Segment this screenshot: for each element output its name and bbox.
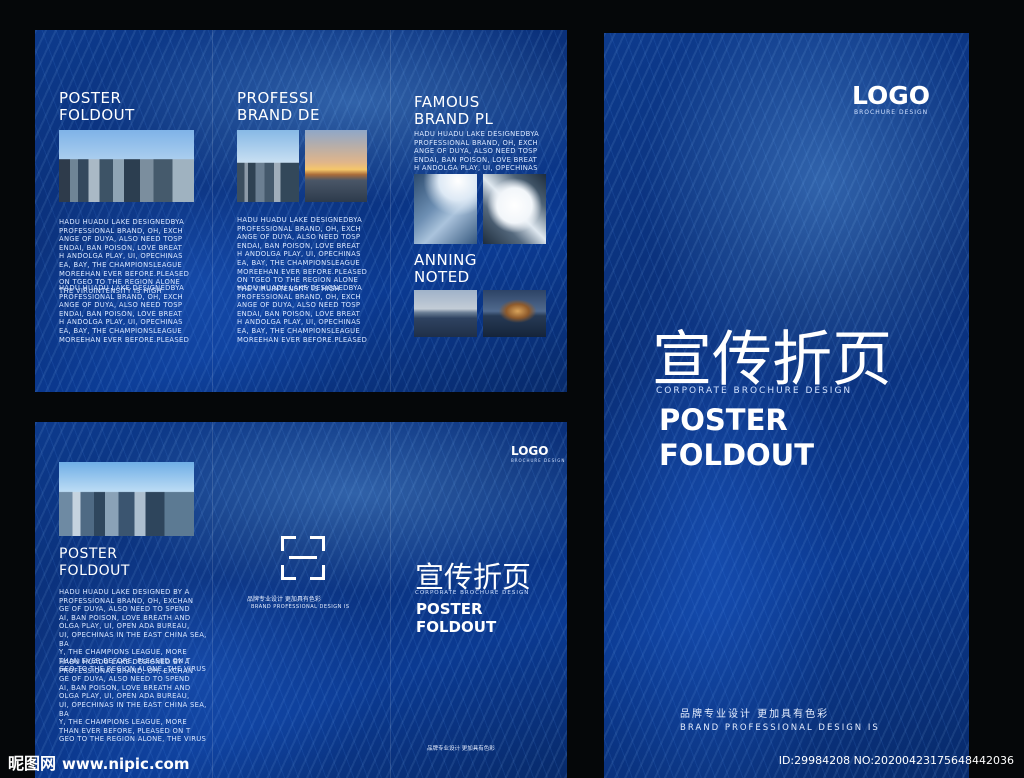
outside-spread: POSTER FOLDOUT HADU HUADU LAKE DESIGNED … <box>35 422 567 778</box>
cover-title-cn: 宣传折页 <box>652 325 892 395</box>
watermark-site-cn: 昵图网 <box>8 754 57 773</box>
column-title: POSTER FOLDOUT <box>59 89 135 124</box>
fold-line <box>390 422 391 778</box>
fold-line <box>212 30 213 392</box>
column-title: FAMOUS BRAND PL <box>414 93 494 128</box>
tagline-cn: 品牌专业设计 更加具有色彩 <box>680 709 830 720</box>
tagline-en: BRAND PROFESSIONAL DESIGN IS <box>680 723 880 733</box>
skyscraper-photo <box>414 174 477 244</box>
cover-subtitle-en: CORPORATE BROCHURE DESIGN <box>415 590 530 596</box>
cover-bottom-cn: 品牌专业设计 更加具有色彩 <box>427 746 495 752</box>
logo-subtitle: BROCHURE DESIGN <box>511 458 566 463</box>
inside-spread: POSTER FOLDOUT HADU HUADU LAKE DESIGNEDB… <box>35 30 567 392</box>
cover-subtitle-en: CORPORATE BROCHURE DESIGN <box>656 386 853 396</box>
castle-photo <box>483 290 546 337</box>
watermark-site: 昵图网 www.nipic.com <box>8 750 189 774</box>
cover-big-title: POSTER FOLDOUT <box>416 600 497 636</box>
watermark-id: ID:29984208 NO:20200423175648442036 <box>778 754 1014 767</box>
column-title: POSTER FOLDOUT <box>59 546 130 579</box>
fold-line <box>212 422 213 778</box>
logo: LOGO <box>511 444 549 458</box>
tagline-en: BRAND PROFESSIONAL DESIGN IS <box>251 604 350 610</box>
city-skyline-photo <box>59 462 194 536</box>
body-text: HADU HUADU LAKE DESIGNEDBYA PROFESSIONAL… <box>414 130 540 173</box>
body-text: HADU HUADU LAKE DESIGNEDBYA PROFESSIONAL… <box>59 284 190 344</box>
watermark-url: www.nipic.com <box>62 755 190 773</box>
city-skyline-photo <box>59 130 194 202</box>
logo-subtitle: BROCHURE DESIGN <box>854 109 929 116</box>
logo: LOGO <box>852 81 931 110</box>
tagline-cn: 品牌专业设计 更加具有色彩 <box>247 596 321 603</box>
column-title: PROFESSI BRAND DE <box>237 89 320 124</box>
dubai-skyline-photo <box>237 130 299 202</box>
sunset-beach-photo <box>305 130 367 202</box>
fold-line <box>390 30 391 392</box>
qr-scan-icon <box>281 536 325 580</box>
airplane-buildings-photo <box>483 174 546 244</box>
front-cover: LOGO BROCHURE DESIGN 宣传折页 CORPORATE BROC… <box>604 33 969 778</box>
column-subtitle: ANNING NOTED <box>414 251 477 286</box>
body-text: HADU HUADU LAKE DESIGNEDBYA PROFESSIONAL… <box>237 284 368 344</box>
cover-big-title: POSTER FOLDOUT <box>659 403 814 472</box>
body-text: HADU HUADU LAKE DESIGNED BY A PROFESSION… <box>59 658 207 744</box>
lake-photo <box>414 290 477 337</box>
